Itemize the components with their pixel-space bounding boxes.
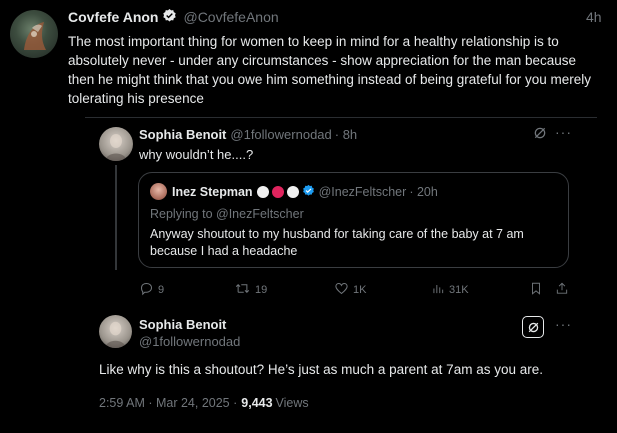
reply-timestamp[interactable]: 2:59 AM · Mar 24, 2025 · bbox=[99, 396, 237, 410]
reply-views-count: 9,443 bbox=[241, 396, 273, 410]
quoted-tweet-header: Sophia Benoit @1followernodad · 8h bbox=[139, 127, 357, 142]
main-avatar[interactable] bbox=[10, 10, 58, 58]
quoted-author-handle[interactable]: @1followernodad bbox=[230, 127, 331, 142]
reply-views-label: Views bbox=[275, 396, 309, 410]
inner-avatar[interactable] bbox=[150, 183, 167, 200]
inner-author-handle[interactable]: @InezFeltscher bbox=[319, 185, 407, 199]
reply-button[interactable]: 9 bbox=[139, 281, 164, 299]
grok-icon[interactable] bbox=[522, 316, 544, 338]
main-tweet-header: Covfefe Anon @CovfefeAnon bbox=[68, 8, 279, 26]
quoted-tweet-time[interactable]: · 8h bbox=[335, 127, 357, 142]
quoted-avatar[interactable] bbox=[99, 127, 133, 161]
inner-author-name[interactable]: Inez Stepman bbox=[172, 185, 253, 199]
reply-more-icon[interactable]: ··· bbox=[555, 316, 572, 332]
main-tweet-text: The most important thing for women to ke… bbox=[68, 34, 592, 106]
quoted-author-name[interactable]: Sophia Benoit bbox=[139, 127, 226, 142]
grok-icon[interactable] bbox=[533, 126, 547, 145]
verified-badge-icon bbox=[162, 8, 177, 26]
like-icon bbox=[334, 281, 349, 299]
white-circle-icon bbox=[256, 186, 269, 198]
reply-count: 9 bbox=[158, 284, 165, 296]
views-icon bbox=[431, 281, 445, 299]
main-tweet-time[interactable]: 4h bbox=[586, 9, 602, 25]
reply-icon bbox=[139, 281, 154, 299]
thread-line bbox=[115, 165, 117, 270]
bookmark-icon bbox=[529, 281, 543, 299]
views-count: 31K bbox=[449, 284, 469, 296]
reply-author-name[interactable]: Sophia Benoit bbox=[139, 317, 226, 332]
retweet-count: 19 bbox=[255, 284, 268, 296]
quoted-tweet-text: why wouldn’t he....? bbox=[139, 147, 254, 162]
views-button[interactable]: 31K bbox=[431, 281, 469, 299]
quoted-more-icon[interactable]: ··· bbox=[555, 124, 572, 140]
reply-tweet-meta: 2:59 AM · Mar 24, 2025 · 9,443 Views bbox=[99, 396, 309, 410]
share-icon bbox=[555, 281, 569, 299]
retweet-icon bbox=[234, 281, 251, 299]
main-author-name[interactable]: Covfefe Anon bbox=[68, 9, 158, 25]
white-circle-icon bbox=[286, 186, 299, 198]
inner-tweet-text: Anyway shoutout to my husband for taking… bbox=[150, 227, 524, 258]
like-button[interactable]: 1K bbox=[334, 281, 366, 299]
red-circle-icon bbox=[271, 186, 284, 198]
reply-tweet-text: Like why is this a shoutout? He’s just a… bbox=[99, 362, 543, 377]
like-count: 1K bbox=[353, 284, 367, 296]
verified-badge-icon bbox=[302, 184, 315, 200]
inner-tweet-header: Inez Stepman @InezFeltscher · 20h bbox=[172, 184, 438, 200]
retweet-button[interactable]: 19 bbox=[234, 281, 267, 299]
reply-avatar[interactable] bbox=[99, 315, 132, 348]
inner-tweet-time[interactable]: · 20h bbox=[409, 185, 438, 199]
main-author-handle[interactable]: @CovfefeAnon bbox=[183, 9, 278, 25]
share-button[interactable] bbox=[555, 281, 569, 299]
bookmark-button[interactable] bbox=[529, 281, 543, 299]
inner-replying-to[interactable]: Replying to @InezFeltscher bbox=[150, 207, 304, 221]
reply-author-handle[interactable]: @1followernodad bbox=[139, 334, 240, 349]
